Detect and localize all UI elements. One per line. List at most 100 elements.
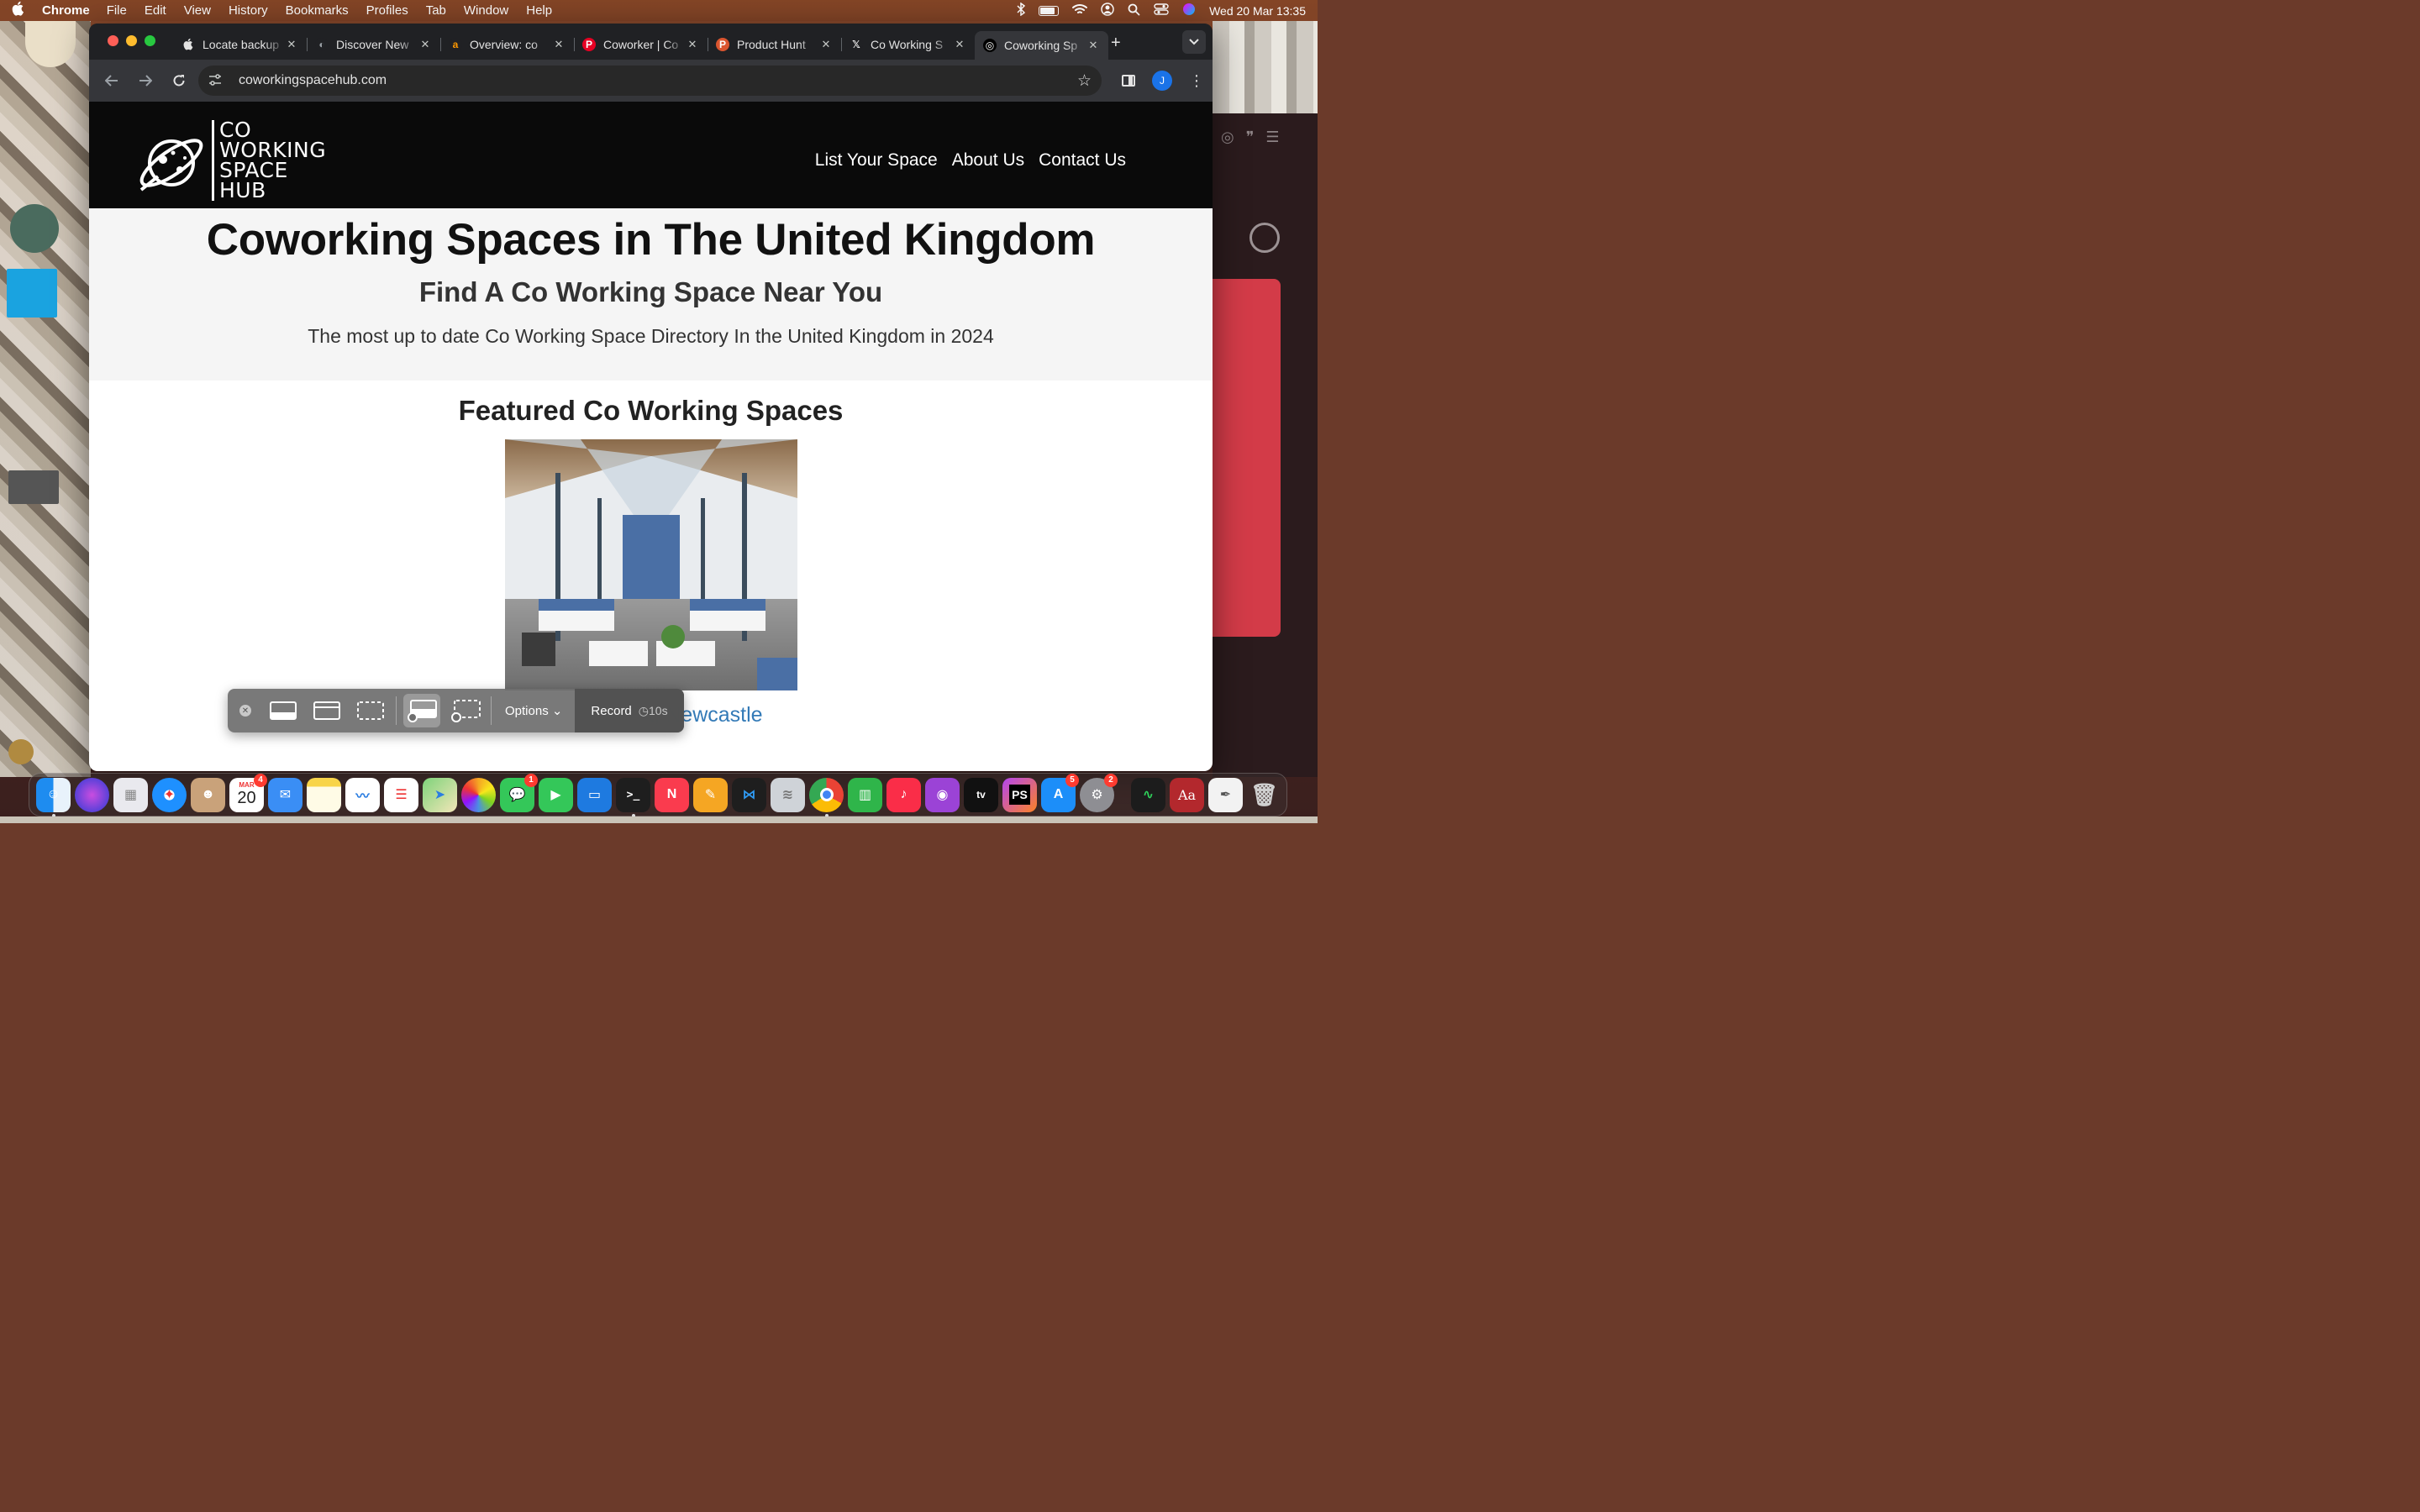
wifi-icon[interactable] (1072, 3, 1088, 18)
maps-icon[interactable]: ➤ (423, 777, 457, 812)
desktop-thumbnail[interactable] (8, 739, 34, 764)
messages-icon[interactable]: 💬 1 (500, 773, 538, 812)
system-settings-icon[interactable]: ⚙ 2 (1080, 773, 1118, 812)
safari-icon[interactable]: ✦ (152, 777, 187, 812)
news-icon[interactable]: N (655, 777, 689, 812)
reminders-icon[interactable]: ☰ (384, 777, 418, 812)
bluetooth-icon[interactable] (1017, 2, 1026, 18)
page-subtitle: Find A Co Working Space Near You (418, 276, 883, 307)
bookmark-star-icon[interactable]: ☆ (1077, 71, 1092, 91)
browser-tab[interactable]: 𝕏 Co Working S ✕ (841, 31, 975, 57)
facetime-icon[interactable]: ▶ (539, 777, 573, 812)
keynote-icon[interactable]: ▭ (577, 777, 612, 812)
tab-strip: Locate backup ✕ ◐ Discover New ✕ a Overview: c… (89, 24, 1213, 60)
menu-tab[interactable]: Tab (426, 3, 446, 18)
site-info-icon[interactable] (208, 73, 227, 88)
site-logo[interactable]: CO WORKING SPACE HUB (133, 119, 326, 201)
menu-file[interactable]: File (107, 3, 127, 18)
appletv-icon[interactable]: tv (964, 777, 998, 812)
address-bar[interactable]: coworkingspacehub.com ☆ (198, 66, 1102, 96)
spotlight-search-icon[interactable] (1128, 3, 1140, 18)
mail-icon[interactable]: ✉ (268, 777, 302, 812)
phpstorm-icon[interactable]: PS (1002, 777, 1037, 812)
tab-close-icon[interactable]: ✕ (552, 38, 566, 51)
chrome-icon[interactable] (809, 777, 844, 817)
calendar-icon[interactable]: MAR 20 4 (229, 773, 267, 812)
capture-window-button[interactable] (308, 694, 345, 727)
desktop-thumbnail[interactable] (8, 470, 59, 504)
forward-button[interactable] (131, 66, 160, 95)
tab-close-icon[interactable]: ✕ (819, 38, 833, 51)
record-selection-button[interactable] (447, 694, 484, 727)
menu-edit[interactable]: Edit (145, 3, 166, 18)
sequel-db-icon[interactable]: ≋ (771, 777, 805, 812)
screenshot-close-button[interactable]: ✕ (239, 705, 251, 717)
active-app-name[interactable]: Chrome (42, 3, 90, 18)
browser-tab[interactable]: P Product Hunt ✕ (708, 31, 841, 57)
tab-close-icon[interactable]: ✕ (686, 38, 699, 51)
menubar-clock[interactable]: Wed 20 Mar 13:35 (1209, 4, 1306, 18)
notes-icon[interactable] (307, 777, 341, 812)
nav-contact-us[interactable]: Contact Us (1039, 150, 1126, 171)
reload-button[interactable] (165, 66, 193, 95)
browser-tab[interactable]: ◐ Discover New ✕ (307, 31, 440, 57)
capture-screen-button[interactable] (265, 694, 302, 727)
tab-close-icon[interactable]: ✕ (953, 38, 966, 51)
tab-search-button[interactable] (1182, 30, 1206, 54)
vscode-icon[interactable]: ⋈ (732, 777, 766, 812)
options-dropdown[interactable]: Options ⌄ (505, 703, 562, 718)
desktop-thumbnail[interactable] (7, 269, 57, 318)
trash-icon[interactable]: 🗑 (1247, 778, 1281, 812)
menu-view[interactable]: View (184, 3, 211, 18)
contacts-icon[interactable]: ☻ (191, 777, 225, 812)
menu-profiles[interactable]: Profiles (366, 3, 408, 18)
browser-tab[interactable]: ◎ Coworking Sp ✕ (975, 31, 1108, 60)
coworking-icon: ◎ (983, 39, 997, 52)
nav-about-us[interactable]: About Us (952, 150, 1024, 171)
more-menu-icon[interactable]: ⋮ (1189, 72, 1204, 90)
activity-monitor-icon[interactable]: ∿ (1131, 777, 1165, 812)
finder-icon[interactable]: ☺ (36, 777, 71, 817)
music-icon[interactable]: ♪ (886, 777, 921, 812)
textedit-icon[interactable]: ✒ (1208, 777, 1243, 812)
new-tab-button[interactable]: + (1111, 34, 1121, 53)
menu-bookmarks[interactable]: Bookmarks (286, 3, 349, 18)
desktop-thumbnail[interactable] (10, 204, 59, 253)
url-text[interactable]: coworkingspacehub.com (239, 73, 1077, 88)
menu-history[interactable]: History (229, 3, 268, 18)
record-screen-button[interactable] (403, 694, 440, 727)
browser-tab[interactable]: P Coworker | Co ✕ (574, 31, 708, 57)
appstore-icon[interactable]: A5 (1041, 773, 1079, 812)
launchpad-icon[interactable]: ▦ (113, 777, 148, 812)
podcasts-icon[interactable]: ◉ (925, 777, 960, 812)
tab-close-icon[interactable]: ✕ (1086, 39, 1100, 52)
menu-window[interactable]: Window (464, 3, 508, 18)
capture-selection-button[interactable] (352, 694, 389, 727)
pages-icon[interactable]: ✎ (693, 777, 728, 812)
back-button[interactable] (97, 66, 126, 95)
siri-icon[interactable] (1182, 3, 1196, 18)
profile-avatar[interactable]: J (1152, 71, 1172, 91)
user-account-icon[interactable] (1101, 3, 1114, 18)
tab-close-icon[interactable]: ✕ (285, 38, 298, 51)
window-zoom-button[interactable] (145, 35, 155, 46)
browser-tab[interactable]: Locate backup ✕ (173, 31, 307, 57)
apple-menu-icon[interactable] (12, 1, 25, 20)
window-minimize-button[interactable] (126, 35, 137, 46)
siri-app-icon[interactable] (75, 777, 109, 812)
control-center-icon[interactable] (1154, 3, 1169, 18)
terminal-icon[interactable]: >_ (616, 777, 650, 817)
freeform-icon[interactable]: 〰 (345, 777, 380, 812)
dictionary-icon[interactable]: Aa (1170, 777, 1204, 812)
window-close-button[interactable] (108, 35, 118, 46)
side-panel-icon[interactable] (1122, 75, 1135, 87)
nav-list-your-space[interactable]: List Your Space (815, 150, 938, 171)
numbers-icon[interactable]: ▥ (848, 777, 882, 812)
photos-icon[interactable] (461, 777, 496, 812)
record-button[interactable]: Record ◷10s (575, 689, 684, 732)
featured-space-photo[interactable] (504, 439, 797, 690)
menu-help[interactable]: Help (526, 3, 552, 18)
battery-icon[interactable] (1039, 5, 1060, 16)
browser-tab[interactable]: a Overview: co ✕ (440, 31, 574, 57)
tab-close-icon[interactable]: ✕ (418, 38, 432, 51)
